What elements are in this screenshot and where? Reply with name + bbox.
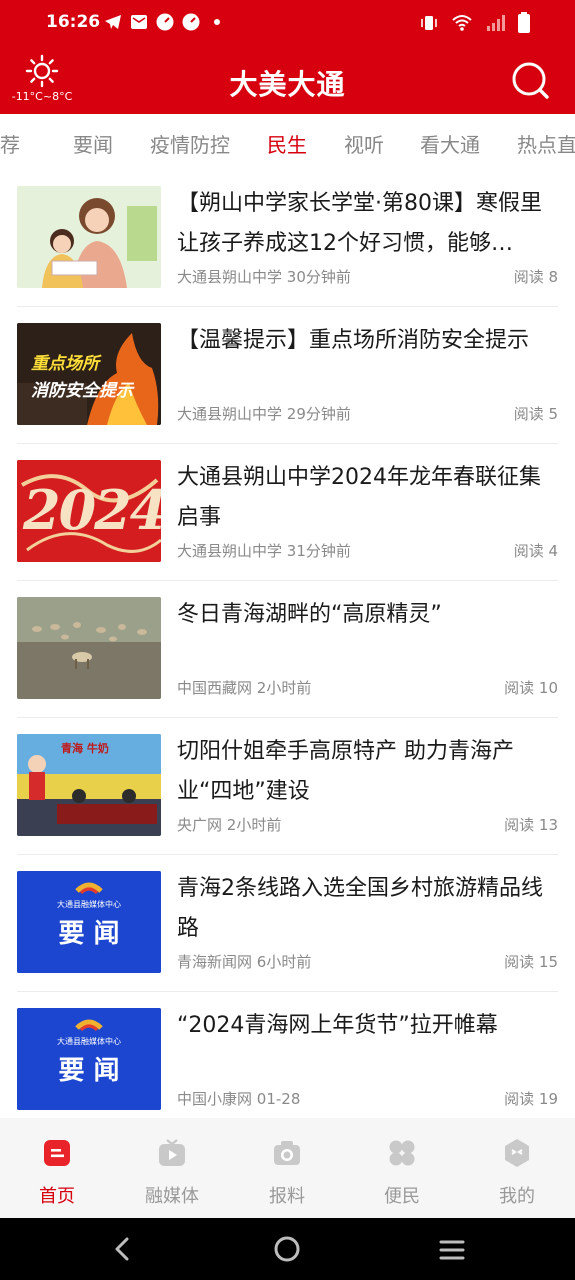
nav-profile[interactable]: 我的 [467, 1138, 567, 1208]
news-title: 大通县朔山中学2024年龙年春联征集启事 [177, 465, 541, 530]
thumb-headline-text: 要 闻 [58, 919, 120, 949]
thumb-text-line2: 消防安全提示 [31, 381, 133, 401]
tab-epidemic-control[interactable]: 疫情防控 [150, 129, 230, 158]
news-read-count: 阅读 10 [504, 679, 558, 697]
news-read-count: 阅读 8 [513, 268, 558, 286]
news-thumbnail: 青海 牛奶 [17, 734, 161, 836]
list-item[interactable]: 青海 牛奶 切阳什姐牵手高原特产 助力青海产业“四地”建设 央广网 2小时前 阅… [17, 718, 558, 855]
notification-icons [104, 13, 226, 31]
tab-audiovisual[interactable]: 视听 [344, 129, 384, 158]
news-thumbnail: 2024 [17, 460, 161, 562]
status-bar: 16:26 [0, 0, 575, 46]
profile-icon [505, 1139, 529, 1167]
home-icon [44, 1140, 70, 1166]
telegram-icon [104, 13, 122, 31]
news-read-count: 阅读 5 [513, 405, 558, 423]
tab-see-datong[interactable]: 看大通 [420, 129, 480, 158]
wifi-icon [451, 13, 473, 37]
news-source: 中国小康网 01-28 [177, 1090, 301, 1108]
news-title: 冬日青海湖畔的“高原精灵” [177, 602, 442, 627]
news-source: 大通县朔山中学 29分钟前 [177, 405, 351, 423]
news-source: 中国西藏网 2小时前 [177, 679, 312, 697]
news-title: 【温馨提示】重点场所消防安全提示 [177, 328, 530, 353]
list-item[interactable]: 2024 大通县朔山中学2024年龙年春联征集启事 大通县朔山中学 31分钟前 … [17, 444, 558, 581]
news-read-count: 阅读 4 [513, 542, 558, 560]
category-tabs: 推荐 要闻 疫情防控 民生 视听 看大通 热点直 [0, 114, 575, 170]
news-title: “2024青海网上年货节”拉开帷幕 [177, 1013, 498, 1038]
thumb-headline-text: 要 闻 [58, 1056, 120, 1086]
news-read-count: 阅读 13 [504, 816, 558, 834]
list-item[interactable]: 重点场所 消防安全提示 【温馨提示】重点场所消防安全提示 大通县朔山中学 29分… [17, 307, 558, 444]
app-header: -11°C~8°C 大美大通 [0, 46, 575, 114]
app-notification-icon [156, 13, 174, 31]
back-icon[interactable] [110, 1236, 134, 1262]
nav-services-label: 便民 [384, 1186, 420, 1207]
tab-hot-live[interactable]: 热点直 [517, 129, 575, 158]
nav-report[interactable]: 报料 [237, 1138, 337, 1208]
tab-livelihood[interactable]: 民生 [267, 129, 307, 158]
search-button[interactable] [511, 61, 551, 101]
nav-profile-label: 我的 [499, 1186, 535, 1207]
thumb-banner-text: 青海 牛奶 [61, 742, 109, 755]
app-title: 大美大通 [229, 68, 346, 101]
list-item[interactable]: 大通县融媒体中心 要 闻 “2024青海网上年货节”拉开帷幕 中国小康网 01-… [17, 992, 558, 1129]
vibrate-icon [419, 13, 439, 37]
nav-media-label: 融媒体 [145, 1186, 199, 1207]
list-item[interactable]: 冬日青海湖畔的“高原精灵” 中国西藏网 2小时前 阅读 10 [17, 581, 558, 718]
nav-home-label: 首页 [39, 1186, 75, 1207]
more-notifications-dot-icon [208, 13, 226, 31]
news-read-count: 阅读 19 [504, 1090, 558, 1108]
system-navigation-bar [0, 1218, 575, 1280]
news-read-count: 阅读 15 [504, 953, 558, 971]
thumb-org-text: 大通县融媒体中心 [57, 1037, 121, 1046]
system-status-icons [419, 12, 531, 38]
bottom-navigation: 首页 融媒体 报料 便民 我的 [0, 1118, 575, 1218]
news-title: 青海2条线路入选全国乡村旅游精品线路 [177, 876, 543, 941]
app-notification-icon-2 [182, 13, 200, 31]
news-source: 青海新闻网 6小时前 [177, 953, 312, 971]
news-source: 大通县朔山中学 31分钟前 [177, 542, 351, 560]
battery-icon [517, 12, 531, 38]
recent-apps-icon[interactable] [438, 1238, 466, 1262]
nav-report-label: 报料 [269, 1186, 305, 1207]
nav-services[interactable]: 便民 [352, 1138, 452, 1208]
home-circle-icon[interactable] [273, 1235, 301, 1263]
camera-icon [274, 1141, 300, 1165]
status-time: 16:26 [46, 12, 101, 32]
news-source: 央广网 2小时前 [177, 816, 282, 834]
signal-icon [485, 13, 505, 37]
news-thumbnail [17, 597, 161, 699]
thumb-text-line1: 重点场所 [31, 354, 99, 374]
list-item[interactable]: 【朔山中学家长学堂·第80课】寒假里让孩子养成这12个好习惯，能够… 大通县朔山… [17, 170, 558, 307]
news-title: 切阳什姐牵手高原特产 助力青海产业“四地”建设 [177, 739, 514, 804]
news-thumbnail: 重点场所 消防安全提示 [17, 323, 161, 425]
news-title: 【朔山中学家长学堂·第80课】寒假里让孩子养成这12个好习惯，能够… [177, 191, 542, 256]
mail-icon [130, 13, 148, 31]
thumb-org-text: 大通县融媒体中心 [57, 900, 121, 909]
thumb-year-text: 2024 [23, 478, 161, 542]
list-item[interactable]: 大通县融媒体中心 要 闻 青海2条线路入选全国乡村旅游精品线路 青海新闻网 6小… [17, 855, 558, 992]
nav-home[interactable]: 首页 [7, 1138, 107, 1208]
news-thumbnail: 大通县融媒体中心 要 闻 [17, 871, 161, 973]
news-source: 大通县朔山中学 30分钟前 [177, 268, 351, 286]
news-thumbnail: 大通县融媒体中心 要 闻 [17, 1008, 161, 1110]
nav-media[interactable]: 融媒体 [122, 1138, 222, 1208]
media-play-icon [159, 1139, 185, 1166]
news-thumbnail [17, 186, 161, 288]
search-icon [512, 62, 549, 99]
tab-headlines[interactable]: 要闻 [73, 129, 113, 158]
services-grid-icon [389, 1140, 415, 1166]
tab-recommend[interactable]: 推荐 [0, 129, 20, 158]
